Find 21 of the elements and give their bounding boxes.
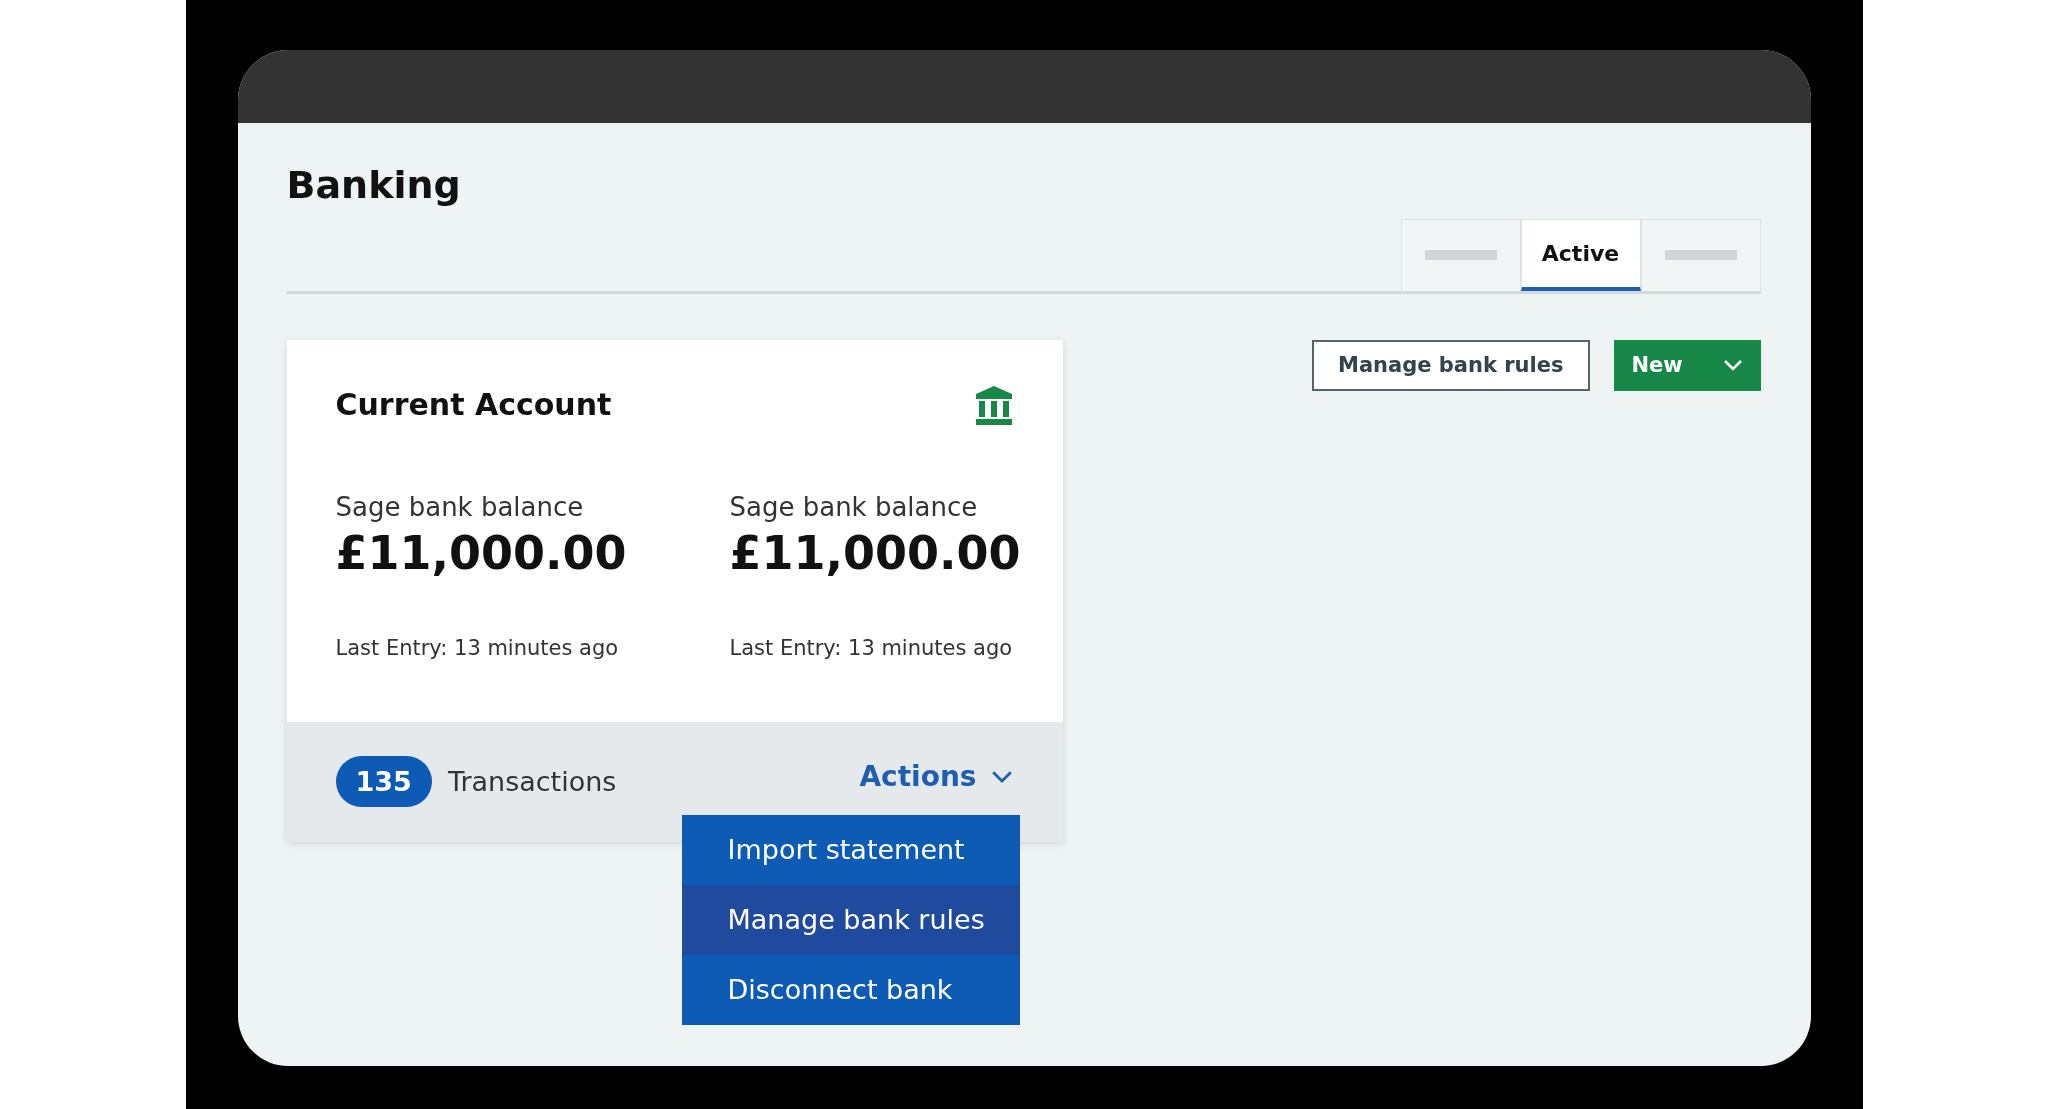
tab[interactable]: Active bbox=[1520, 218, 1641, 291]
count-badge: 135 bbox=[335, 756, 432, 808]
last-entry-text: Last Entry: 13 minutes ago bbox=[729, 635, 1014, 660]
balance-amount: £11,000.00 bbox=[729, 525, 1021, 580]
menu-item[interactable]: Manage bank rules bbox=[681, 884, 1020, 955]
new-button[interactable]: New bbox=[1613, 339, 1761, 391]
chevron-down-icon bbox=[1722, 359, 1743, 372]
menu-item[interactable]: Import statement bbox=[681, 814, 1020, 885]
balance-amount: £11,000.00 bbox=[335, 525, 628, 580]
page-title: Banking bbox=[286, 163, 462, 209]
transactions-label: Transactions bbox=[447, 766, 617, 798]
balance-label: Sage bank balance bbox=[335, 491, 585, 522]
balance-label: Sage bank balance bbox=[729, 491, 979, 522]
actions-dropdown[interactable]: Actions bbox=[859, 760, 1013, 794]
card-title: Current Account bbox=[335, 387, 612, 423]
last-entry-text: Last Entry: 13 minutes ago bbox=[335, 635, 620, 660]
manage-rules-button[interactable]: Manage bank rules bbox=[1312, 339, 1590, 391]
tab[interactable] bbox=[1640, 218, 1761, 291]
menu-item[interactable]: Disconnect bank bbox=[681, 954, 1020, 1025]
tab[interactable] bbox=[1400, 218, 1521, 291]
chevron-down-icon bbox=[990, 770, 1013, 784]
